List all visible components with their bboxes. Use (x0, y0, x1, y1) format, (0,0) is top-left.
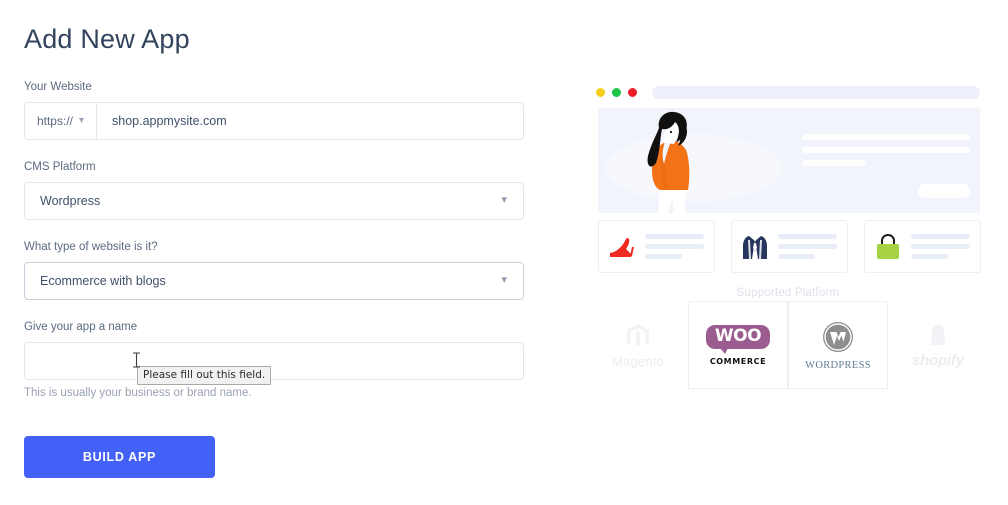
cms-platform-value: Wordpress (40, 193, 101, 208)
your-website-label: Your Website (24, 81, 92, 94)
build-app-button[interactable]: BUILD APP (24, 436, 215, 478)
supported-platform-logos: Magento WOO COMMERCE WORDPRESS shopify (588, 301, 988, 389)
magento-logo-icon (627, 323, 649, 345)
product-card (864, 220, 981, 273)
yellow-dot-icon (596, 87, 605, 97)
browser-url-bar (652, 85, 980, 99)
hero-banner (598, 108, 980, 213)
high-heel-shoe-icon (599, 233, 645, 261)
platform-woocommerce[interactable]: WOO COMMERCE (688, 301, 788, 389)
shopify-logo-icon (931, 324, 945, 345)
woocommerce-sub-label: COMMERCE (709, 356, 767, 366)
field-cms-platform: CMS Platform Wordpress ▾ (24, 161, 524, 220)
shopify-label: shopify (912, 351, 964, 369)
red-dot-icon (628, 87, 637, 97)
validation-tooltip: Please fill out this field. (137, 366, 272, 386)
handbag-icon (865, 233, 911, 261)
website-type-select[interactable]: Ecommerce with blogs ▾ (24, 261, 524, 300)
product-card (731, 220, 848, 273)
field-app-name: Give your app a name This is usually you… (24, 321, 524, 399)
woman-in-orange-top-illustration (606, 111, 782, 213)
platform-shopify[interactable]: shopify (888, 301, 988, 389)
website-url-control[interactable]: https:// ▾ shop.appmysite.com (24, 102, 524, 141)
woocommerce-logo-icon: WOO (705, 324, 771, 354)
product-card-placeholders (778, 234, 847, 259)
protocol-select[interactable]: https:// ▾ (25, 103, 97, 140)
cms-platform-label: CMS Platform (24, 161, 96, 174)
website-type-value: Ecommerce with blogs (40, 273, 166, 288)
app-name-helper-text: This is usually your business or brand n… (24, 386, 252, 399)
supported-platform-heading: Supported Platform (736, 287, 840, 299)
magento-label: Magento (612, 353, 664, 369)
text-cursor-icon (133, 352, 140, 368)
platform-magento[interactable]: Magento (588, 301, 688, 389)
hero-cta-placeholder (918, 184, 970, 198)
website-type-label: What type of website is it? (24, 240, 158, 253)
platform-wordpress[interactable]: WORDPRESS (788, 301, 888, 389)
page-title: Add New App (24, 24, 190, 54)
cms-platform-select[interactable]: Wordpress ▾ (24, 181, 524, 220)
chevron-down-icon: ▾ (501, 274, 507, 287)
chevron-down-icon: ▾ (79, 115, 85, 127)
hero-placeholder-line (802, 134, 970, 140)
product-card (598, 220, 715, 273)
app-name-input[interactable] (25, 342, 523, 379)
product-card-placeholders (911, 234, 980, 259)
field-your-website: Your Website https:// ▾ shop.appmysite.c… (24, 81, 524, 141)
wordpress-logo-icon (823, 321, 853, 352)
website-url-value: shop.appmysite.com (112, 114, 227, 129)
hero-placeholder-line (802, 147, 970, 153)
illustration-panel: Supported Platform Magento WOO COMMERCE … (588, 80, 988, 389)
app-name-control[interactable] (24, 341, 524, 380)
hero-placeholder-line (802, 160, 866, 166)
hero-text-placeholders (802, 134, 970, 173)
add-new-app-form: Add New App Your Website https:// ▾ shop… (24, 0, 524, 399)
chevron-down-icon: ▾ (501, 194, 507, 207)
field-website-type: What type of website is it? Ecommerce wi… (24, 241, 524, 300)
green-dot-icon (612, 87, 621, 97)
wordpress-label: WORDPRESS (805, 359, 871, 371)
protocol-value: https:// (36, 114, 73, 129)
product-card-placeholders (645, 234, 714, 259)
browser-mockup-titlebar (588, 80, 988, 104)
blazer-jacket-icon (732, 232, 778, 262)
product-card-list (598, 220, 988, 273)
app-name-label: Give your app a name (24, 320, 138, 333)
